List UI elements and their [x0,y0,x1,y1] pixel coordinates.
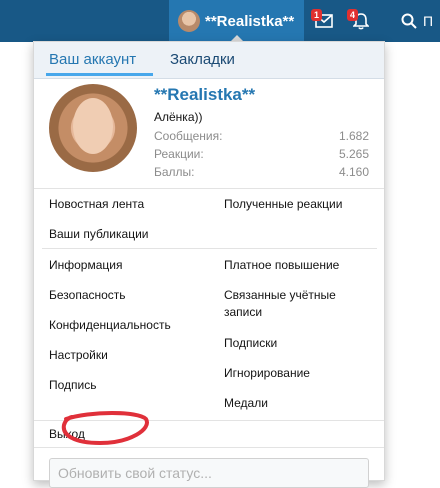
stat-label: Сообщения: [154,129,223,143]
account-tabs: Ваш аккаунт Закладки [34,42,384,79]
avatar-face [73,98,113,154]
nav-username: **Realistka** [205,12,295,30]
stat-points: Баллы: 4.160 [154,165,369,179]
status-input[interactable]: Обновить свой статус... [49,458,369,488]
active-tab-indicator [46,73,153,76]
menu-ignoring[interactable]: Игнорирование [224,366,310,380]
search-label: П [423,13,434,29]
tab-bookmarks[interactable]: Закладки [170,51,235,68]
inbox-button[interactable]: 1 [308,0,340,42]
avatar[interactable] [49,84,137,172]
menu-paid-upgrade[interactable]: Платное повышение [224,258,339,272]
divider [42,248,377,249]
user-title: Алёнка)) [154,110,203,124]
menu-signature[interactable]: Подпись [49,378,97,392]
stat-reactions: Реакции: 5.265 [154,147,369,161]
menu-received-reactions[interactable]: Полученные реакции [224,197,342,211]
inbox-badge: 1 [311,9,323,21]
menu-info[interactable]: Информация [49,258,122,272]
menu-medals[interactable]: Медали [224,396,268,410]
menu-preferences[interactable]: Настройки [49,348,108,362]
menu-security[interactable]: Безопасность [49,288,126,302]
stat-label: Баллы: [154,165,195,179]
menu-news-feed[interactable]: Новостная лента [49,197,144,211]
menu-privacy[interactable]: Конфиденциальность [49,318,171,332]
divider [34,447,384,448]
menu-your-posts[interactable]: Ваши публикации [49,227,148,241]
menu-connected-accounts[interactable]: Связанные учётные записи [224,287,364,321]
annotation-circle [61,411,149,446]
stat-value: 4.160 [338,165,369,179]
profile-username[interactable]: **Realistka** [154,85,255,105]
tab-your-account[interactable]: Ваш аккаунт [49,51,136,68]
stat-label: Реакции: [154,147,204,161]
stat-value: 1.682 [338,129,369,143]
alerts-badge: 4 [347,9,359,21]
divider [34,188,384,189]
search-button[interactable]: П [395,0,440,42]
stat-value: 5.265 [338,147,369,161]
search-icon [401,13,417,29]
menu-subscriptions[interactable]: Подписки [224,336,277,350]
alerts-button[interactable]: 4 [343,0,378,42]
account-dropdown: Ваш аккаунт Закладки **Realistka** Алёнк… [33,41,385,488]
user-avatar-small [178,10,200,32]
stat-messages: Сообщения: 1.682 [154,129,369,143]
